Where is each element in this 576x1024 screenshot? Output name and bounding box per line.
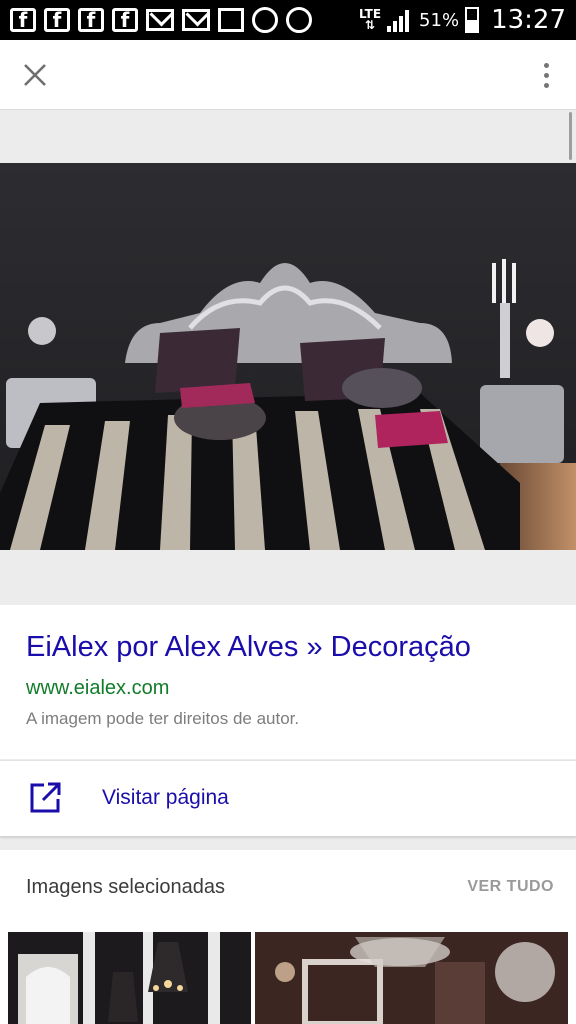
result-url[interactable]: www.eialex.com — [26, 677, 169, 700]
bedroom-image[interactable] — [0, 163, 576, 550]
facebook-icon: f — [10, 8, 36, 32]
top-bar — [0, 40, 576, 110]
signal-icon — [387, 8, 413, 32]
result-title[interactable]: EiAlex por Alex Alves » Decoração — [26, 631, 471, 664]
open-in-new-icon — [28, 781, 62, 815]
scrollbar[interactable] — [569, 112, 572, 160]
related-images-title: Imagens selecionadas — [26, 876, 226, 898]
more-vert-icon[interactable] — [536, 56, 556, 94]
notification-icons: f f f f — [10, 7, 312, 33]
result-card: EiAlex por Alex Alves » Decoração www.ei… — [0, 605, 576, 759]
related-thumbnail[interactable] — [8, 932, 251, 1024]
gallery-icon — [218, 8, 244, 32]
status-bar: f f f f LTE ⇅ 51% 13:27 — [0, 0, 576, 40]
related-images-card: Imagens selecionadas VER TUDO — [0, 850, 576, 1024]
gmail-icon — [146, 9, 174, 31]
battery-percent: 51% — [419, 9, 460, 31]
copyright-note: A imagem pode ter direitos de autor. — [26, 709, 300, 728]
facebook-icon: f — [44, 8, 70, 32]
network-type: LTE ⇅ — [359, 7, 382, 32]
facebook-icon: f — [112, 8, 138, 32]
sync-icon — [252, 7, 278, 33]
close-icon[interactable] — [16, 56, 54, 94]
battery-icon — [465, 7, 480, 33]
alarm-icon — [286, 7, 312, 33]
facebook-icon: f — [78, 8, 104, 32]
visit-page-label: Visitar página — [102, 786, 229, 809]
view-all-button[interactable]: VER TUDO — [467, 878, 554, 896]
visit-page-button[interactable]: Visitar página — [0, 760, 576, 836]
gmail-icon — [182, 9, 210, 31]
clock: 13:27 — [491, 5, 566, 35]
related-thumbnail[interactable] — [255, 932, 568, 1024]
